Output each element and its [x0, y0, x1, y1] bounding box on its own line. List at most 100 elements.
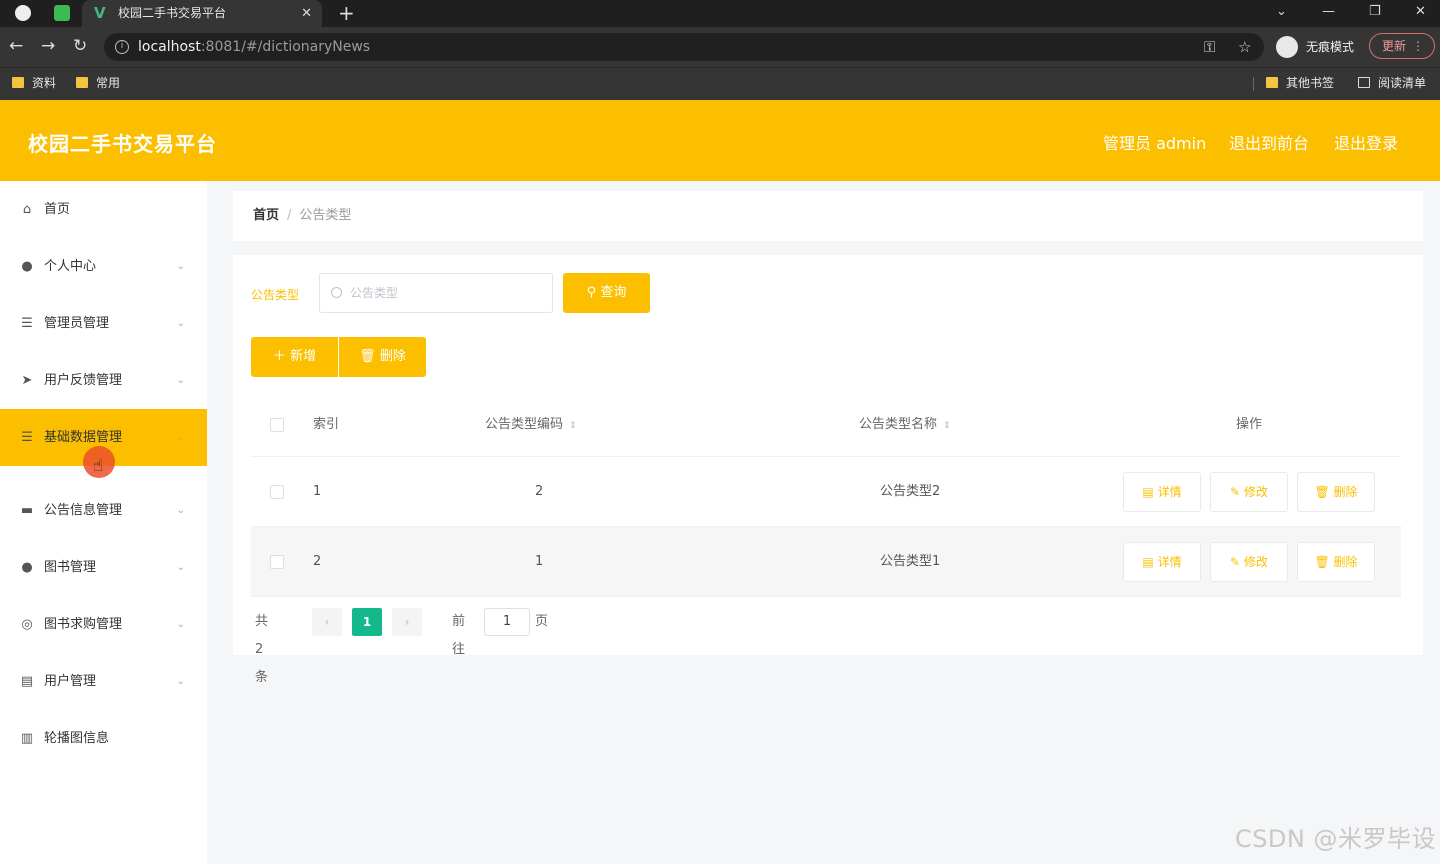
folder-icon [1266, 77, 1278, 88]
select-all-checkbox[interactable] [270, 418, 284, 432]
delete-button[interactable]: 🗑 删除 [339, 337, 426, 377]
back-button[interactable]: ← [9, 35, 23, 57]
user-icon: ● [21, 560, 33, 575]
sidebar-item-label: 管理员管理 [44, 316, 110, 331]
next-page-button[interactable]: › [392, 608, 422, 636]
add-button[interactable]: ＋ 新增 [251, 337, 338, 377]
sidebar-item-carousel-info[interactable]: ▥ 轮播图信息 [0, 710, 207, 767]
breadcrumb-current: 公告类型 [299, 208, 352, 223]
edit-button[interactable]: ✎ 修改 [1210, 472, 1288, 512]
star-icon[interactable]: ☆ [1238, 33, 1251, 61]
sidebar-item-label: 图书管理 [44, 560, 97, 575]
update-button[interactable]: 更新 ⋮ [1369, 33, 1435, 59]
sidebar-item-personal-center[interactable]: ● 个人中心 ⌄ [0, 238, 207, 295]
close-window-button[interactable]: ✕ [1415, 0, 1426, 24]
trash-icon: 🗑 [1314, 485, 1334, 499]
app-header: 校园二手书交易平台 管理员 admin 退出到前台 退出登录 [0, 100, 1440, 181]
detail-button[interactable]: ▤ 详情 [1123, 472, 1201, 512]
incognito-icon [1276, 36, 1298, 58]
column-header-actions: 操作 [1236, 417, 1263, 432]
update-label: 更新 [1382, 39, 1407, 53]
cell-name: 公告类型2 [880, 484, 941, 499]
breadcrumb: 首页 / 公告类型 [233, 191, 1423, 241]
tab-title: 校园二手书交易平台 [118, 6, 227, 20]
goto-page-input[interactable]: 1 [484, 608, 530, 636]
url-path: :8081/#/dictionaryNews [200, 39, 371, 55]
edit-button[interactable]: ✎ 修改 [1210, 542, 1288, 582]
column-header-index: 索引 [313, 417, 340, 432]
exit-to-front-link[interactable]: 退出到前台 [1229, 130, 1309, 154]
bookmark-separator [1253, 77, 1254, 91]
app-favicon-icon[interactable] [54, 5, 70, 21]
close-tab-icon[interactable]: ✕ [301, 0, 312, 27]
sidebar-item-home[interactable]: ⌂ 首页 [0, 181, 207, 238]
search-input[interactable]: 公告类型 [319, 273, 553, 313]
sidebar-item-label: 个人中心 [44, 259, 97, 274]
sidebar-item-notice-management[interactable]: ▬ 公告信息管理 ⌄ [0, 482, 207, 539]
search-icon [331, 287, 342, 298]
more-icon: ⋮ [1412, 39, 1424, 53]
reading-list-icon [1358, 77, 1370, 88]
watermark: CSDN @米罗毕设 [1234, 825, 1436, 853]
other-bookmarks[interactable]: 其他书签 [1264, 68, 1334, 98]
column-header-code[interactable]: 公告类型编码 ⇕ [485, 393, 577, 458]
logout-link[interactable]: 退出登录 [1334, 130, 1398, 154]
printer-icon: ▤ [20, 674, 34, 689]
sidebar-item-label: 基础数据管理 [44, 430, 123, 445]
bookmark-folder[interactable]: 常用 [74, 68, 120, 98]
prev-page-button[interactable]: ‹ [312, 608, 342, 636]
restore-button[interactable]: ❐ [1369, 0, 1381, 24]
detail-button[interactable]: ▤ 详情 [1123, 542, 1201, 582]
page-suffix: 页 [535, 614, 549, 629]
breadcrumb-home[interactable]: 首页 [253, 208, 279, 223]
target-icon: ◎ [21, 617, 33, 632]
total-count: 共 2 条 [255, 614, 269, 685]
column-header-name[interactable]: 公告类型名称 ⇕ [859, 393, 951, 458]
bookmark-folder[interactable]: 资料 [10, 68, 56, 98]
row-checkbox[interactable] [270, 485, 284, 499]
reading-list[interactable]: 阅读清单 [1356, 68, 1426, 98]
incognito-indicator[interactable]: 无痕模式 [1276, 34, 1354, 60]
browser-logo-icon[interactable] [15, 5, 31, 21]
sort-icon[interactable]: ⇕ [943, 421, 951, 431]
sidebar-item-admin-management[interactable]: ☰ 管理员管理 ⌄ [0, 295, 207, 352]
sidebar-item-book-management[interactable]: ● 图书管理 ⌄ [0, 539, 207, 596]
sidebar-item-book-request-management[interactable]: ◎ 图书求购管理 ⌄ [0, 596, 207, 653]
folder-icon [76, 77, 88, 88]
tab-search-icon[interactable]: ⌄ [1276, 0, 1287, 24]
minimize-button[interactable]: — [1322, 0, 1335, 24]
data-table: 索引 公告类型编码 ⇕ 公告类型名称 ⇕ 操作 1 2 公告类型2 ▤ 详情 ✎ 修… [251, 393, 1401, 597]
sidebar-item-user-management[interactable]: ▤ 用户管理 ⌄ [0, 653, 207, 710]
main-content: 首页 / 公告类型 公告类型 公告类型 ⚲ 查询 ＋ 新增 🗑 删除 索引 公告类型… [207, 181, 1440, 864]
sidebar-item-label: 轮播图信息 [44, 731, 110, 746]
table-row: 2 1 公告类型1 ▤ 详情 ✎ 修改 🗑 删除 [251, 527, 1401, 597]
sort-icon[interactable]: ⇕ [569, 421, 577, 431]
new-tab-button[interactable]: + [338, 1, 355, 25]
forward-button[interactable]: → [41, 35, 55, 57]
chevron-down-icon: ⌄ [176, 505, 185, 516]
vue-logo-icon: V [94, 4, 106, 22]
plus-icon: ＋ [272, 349, 291, 364]
page-number[interactable]: 1 [352, 608, 382, 636]
cell-index: 2 [313, 554, 322, 569]
user-icon: ● [21, 259, 33, 274]
sidebar-item-feedback-management[interactable]: ➤ 用户反馈管理 ⌄ [0, 352, 207, 409]
address-bar[interactable]: i localhost:8081/#/dictionaryNews ⚿ ☆ [104, 33, 1264, 61]
bookmarks-bar: 资料 常用 其他书签 阅读清单 [0, 67, 1440, 100]
goto-label: 前往 [452, 614, 466, 657]
cell-index: 1 [313, 484, 322, 499]
chevron-down-icon: ⌄ [176, 261, 185, 272]
browser-tab[interactable]: V 校园二手书交易平台 ✕ [82, 0, 322, 27]
row-delete-button[interactable]: 🗑 删除 [1297, 542, 1375, 582]
tab-bar: V 校园二手书交易平台 ✕ + ⌄ — ❐ ✕ [0, 0, 1440, 27]
trash-icon: 🗑 [1314, 555, 1334, 569]
query-button[interactable]: ⚲ 查询 [563, 273, 650, 313]
sidebar-item-label: 用户反馈管理 [44, 373, 123, 388]
row-checkbox[interactable] [270, 555, 284, 569]
row-delete-button[interactable]: 🗑 删除 [1297, 472, 1375, 512]
send-icon: ➤ [21, 373, 33, 388]
key-icon[interactable]: ⚿ [1204, 33, 1215, 61]
site-info-icon[interactable]: i [115, 40, 129, 54]
reload-button[interactable]: ↻ [73, 35, 87, 57]
chevron-down-icon: ⌄ [176, 676, 185, 687]
